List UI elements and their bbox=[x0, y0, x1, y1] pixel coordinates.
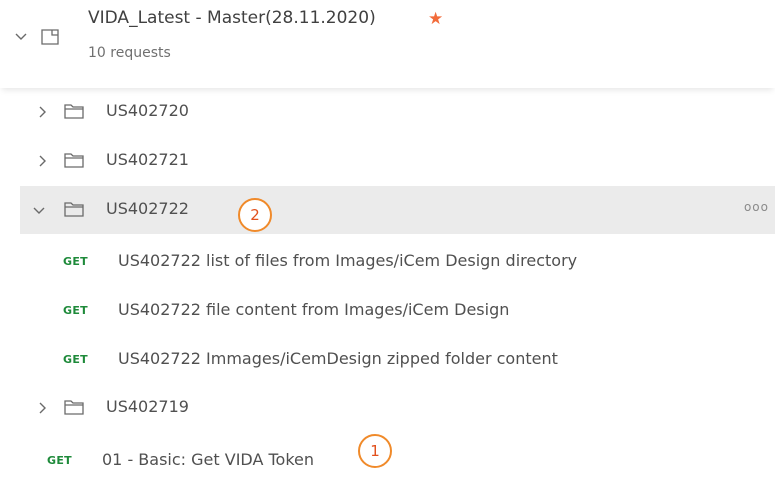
folder-icon bbox=[64, 400, 84, 415]
request-count: 10 requests bbox=[88, 45, 171, 61]
chevron-down-icon[interactable] bbox=[14, 30, 28, 44]
folder-row[interactable]: US402719 bbox=[20, 384, 775, 432]
star-icon[interactable]: ★ bbox=[428, 9, 443, 29]
request-name: US402722 list of files from Images/iCem … bbox=[118, 251, 578, 270]
chevron-down-icon[interactable] bbox=[32, 204, 46, 218]
method-badge: GET bbox=[63, 353, 88, 366]
request-row[interactable]: GET US402722 Immages/iCemDesign zipped f… bbox=[0, 334, 775, 382]
method-badge: GET bbox=[63, 304, 88, 317]
chevron-right-icon[interactable] bbox=[36, 105, 50, 119]
request-name: US402722 Immages/iCemDesign zipped folde… bbox=[118, 349, 558, 368]
folder-icon bbox=[64, 104, 84, 119]
request-name: US402722 file content from Images/iCem D… bbox=[118, 300, 510, 319]
folder-name: US402721 bbox=[106, 150, 189, 169]
annotation-badge: 1 bbox=[358, 434, 392, 468]
folder-icon bbox=[64, 153, 84, 168]
folder-row[interactable]: US402720 bbox=[20, 88, 775, 136]
collection-title[interactable]: VIDA_Latest - Master(28.11.2020) bbox=[88, 8, 376, 28]
folder-row[interactable]: US402721 bbox=[20, 137, 775, 185]
request-row[interactable]: GET US402722 file content from Images/iC… bbox=[0, 285, 775, 333]
chevron-right-icon[interactable] bbox=[36, 401, 50, 415]
request-row[interactable]: GET US402722 list of files from Images/i… bbox=[0, 236, 775, 284]
folder-row-selected[interactable]: US402722 ooo bbox=[20, 186, 775, 234]
collection-icon bbox=[41, 29, 59, 45]
collection-header[interactable]: VIDA_Latest - Master(28.11.2020) ★ 10 re… bbox=[0, 0, 775, 88]
annotation-badge: 2 bbox=[238, 198, 272, 232]
folder-icon bbox=[64, 202, 84, 217]
request-name: 01 - Basic: Get VIDA Token bbox=[102, 450, 314, 469]
method-badge: GET bbox=[63, 255, 88, 268]
folder-name: US402720 bbox=[106, 101, 189, 120]
chevron-right-icon[interactable] bbox=[36, 154, 50, 168]
folder-name: US402722 bbox=[106, 199, 189, 218]
method-badge: GET bbox=[47, 454, 72, 467]
folder-name: US402719 bbox=[106, 397, 189, 416]
more-options-icon[interactable]: ooo bbox=[744, 200, 769, 214]
